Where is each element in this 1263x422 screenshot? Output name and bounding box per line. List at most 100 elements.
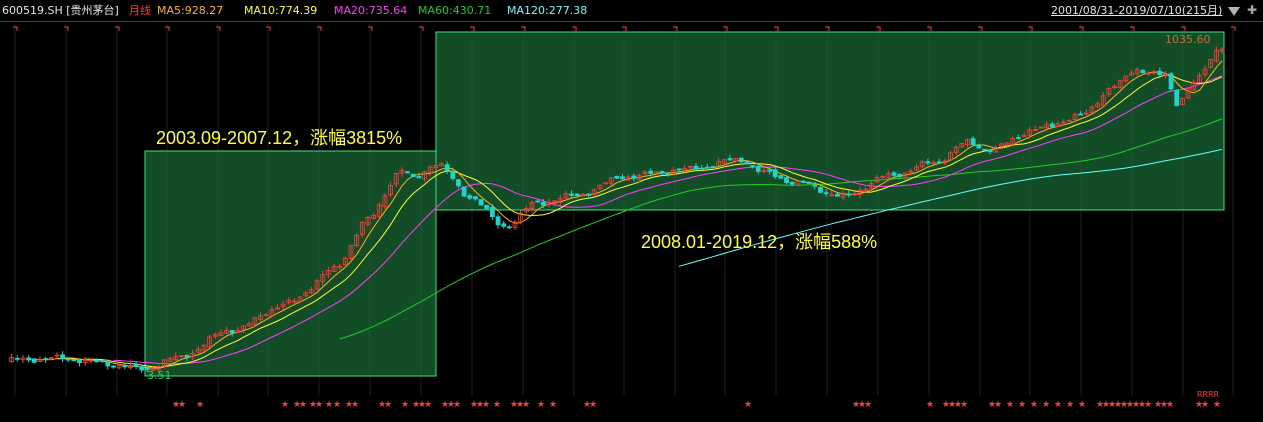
candle	[9, 353, 15, 363]
candle	[54, 352, 60, 359]
star-marker: ★	[299, 400, 307, 410]
candle-body	[982, 148, 987, 151]
candle-body	[133, 363, 139, 368]
candle-body	[665, 173, 671, 176]
candle	[501, 221, 507, 229]
ma20-legend: MA20:735.64	[334, 4, 408, 17]
candle-body	[772, 169, 778, 177]
lowest-price-label: 3.51	[147, 369, 172, 382]
candle-body	[620, 176, 625, 180]
annotation-2008-2019: 2008.01-2019.12，涨幅588%	[641, 232, 878, 252]
candle	[60, 351, 65, 363]
star-marker: ★	[864, 400, 872, 410]
candle-body	[569, 193, 574, 196]
highest-price-label: 1035.60	[1165, 33, 1211, 46]
candle-body	[586, 193, 591, 196]
candle	[710, 165, 716, 168]
star-marker: ★	[1018, 400, 1026, 410]
candle-body	[1049, 123, 1055, 127]
candle-body	[925, 161, 931, 164]
candle-body	[495, 216, 501, 226]
candle	[1174, 89, 1180, 107]
candle-body	[778, 175, 784, 179]
star-marker: ★	[1166, 400, 1174, 410]
candle-body	[1140, 69, 1146, 74]
candle-body	[835, 193, 840, 197]
candle-body	[976, 144, 982, 149]
candle	[512, 219, 518, 231]
candle-body	[801, 181, 806, 183]
candle-body	[1174, 89, 1180, 107]
candle-body	[139, 366, 145, 371]
period-label[interactable]: 月线	[129, 4, 151, 18]
candle-body	[897, 173, 903, 178]
star-marker: ★	[424, 400, 432, 410]
annotation-2003-2007: 2003.09-2007.12，涨幅3815%	[156, 128, 403, 148]
candle-body	[806, 181, 812, 184]
candle-body	[184, 354, 190, 359]
candle-body	[693, 165, 699, 170]
star-marker: ★	[325, 400, 333, 410]
candle-body	[659, 171, 665, 174]
candle	[603, 182, 608, 185]
highlight-box-2008-2019	[435, 31, 1225, 211]
candle-body	[229, 330, 235, 334]
candle-body	[846, 193, 852, 196]
ma60-legend: MA60:430.71	[418, 4, 492, 17]
candle-body	[812, 184, 818, 187]
candle	[31, 357, 37, 364]
candle	[99, 359, 105, 363]
candle	[614, 175, 620, 180]
star-marker: ★	[351, 400, 359, 410]
ma10-legend: MA10:774.39	[244, 4, 318, 17]
candle	[26, 355, 32, 363]
highlight-box-2003-2007	[144, 150, 437, 377]
star-marker: ★	[493, 400, 501, 410]
chart-header: 600519.SH [贵州茅台] 月线 MA5:928.27 MA10:774.…	[0, 0, 1263, 22]
candle	[484, 204, 490, 210]
candle-body	[738, 157, 744, 163]
candle	[71, 359, 77, 362]
candle-body	[1157, 70, 1163, 76]
candle	[897, 173, 903, 178]
star-marker: ★	[744, 400, 752, 410]
candle-body	[105, 361, 111, 367]
star-marker: ★	[1144, 400, 1152, 410]
candle-body	[631, 175, 637, 179]
candle	[405, 171, 410, 174]
star-marker: ★	[994, 400, 1002, 410]
candle	[461, 186, 467, 198]
candle-body	[676, 168, 682, 171]
star-marker: ★	[926, 400, 934, 410]
candle-body	[614, 175, 620, 179]
candle	[778, 174, 784, 179]
candle-body	[704, 166, 710, 169]
candle-body	[699, 167, 705, 170]
candle-body	[111, 365, 116, 368]
date-range-link[interactable]: 2001/08/31-2019/07/10(215月)	[1051, 4, 1222, 18]
candle	[43, 356, 48, 363]
candle-body	[467, 195, 473, 199]
candle	[77, 359, 82, 367]
candle-body	[71, 359, 77, 362]
candle-body	[14, 357, 20, 360]
star-marker: ★	[1042, 400, 1050, 410]
candle-body	[727, 158, 733, 161]
star-marker: ★	[1213, 400, 1221, 410]
symbol-label[interactable]: 600519.SH [贵州茅台]	[2, 4, 119, 18]
candle-body	[478, 199, 484, 206]
candle-body	[744, 161, 750, 165]
candle-body	[99, 359, 105, 362]
star-marker: ★	[1054, 400, 1062, 410]
candle-body	[970, 138, 976, 146]
candle-body	[1015, 137, 1021, 139]
triangle-down-icon[interactable]	[1228, 7, 1240, 16]
candle	[82, 356, 88, 366]
star-marker: ★	[384, 400, 392, 410]
star-marker: ★	[537, 400, 545, 410]
candle-body	[936, 161, 942, 164]
star-marker: ★	[522, 400, 530, 410]
candle-body	[65, 358, 71, 361]
candle-body	[450, 170, 456, 179]
plus-icon[interactable]: ✚	[1247, 3, 1257, 17]
